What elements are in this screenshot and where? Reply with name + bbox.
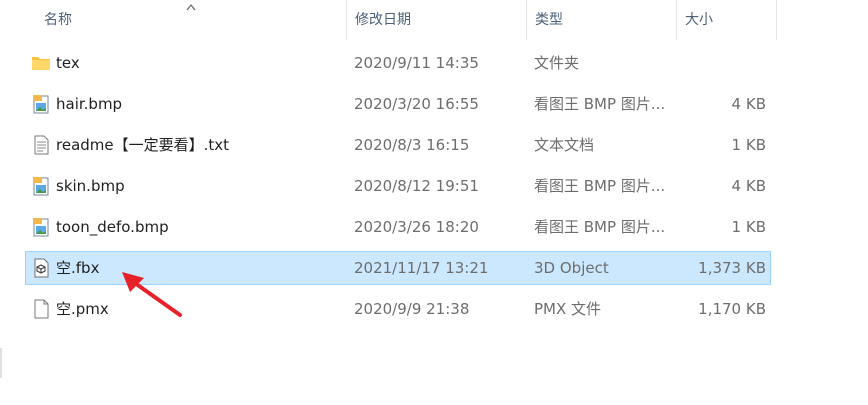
image-file-icon <box>33 177 49 196</box>
file-date: 2020/8/12 19:51 <box>354 177 479 195</box>
column-header: 名称 修改日期 类型 大小 <box>0 0 868 40</box>
file-name: tex <box>56 54 80 72</box>
file-name: readme【一定要看】.txt <box>56 136 230 154</box>
file-date: 2020/9/11 14:35 <box>354 54 479 72</box>
sort-ascending-icon <box>186 3 196 11</box>
red-arrow-icon <box>122 272 182 317</box>
column-header-date-label: 修改日期 <box>355 12 411 28</box>
file-type: 文件夹 <box>534 54 580 72</box>
file-type: 看图王 BMP 图片... <box>534 218 666 236</box>
folder-icon <box>32 57 50 70</box>
file-type: PMX 文件 <box>534 300 602 318</box>
file-row-hair-bmp[interactable]: hair.bmp 2020/3/20 16:55 看图王 BMP 图片... 4… <box>25 87 771 121</box>
blank-file-icon <box>34 299 49 319</box>
file-row-readme-txt[interactable]: readme【一定要看】.txt 2020/8/3 16:15 文本文档 1 K… <box>25 128 771 162</box>
file-name: 空.pmx <box>56 300 109 318</box>
file-date: 2020/3/20 16:55 <box>354 95 479 113</box>
file-size: 1 KB <box>731 218 766 236</box>
column-header-date[interactable]: 修改日期 <box>346 0 526 40</box>
column-header-type-label: 类型 <box>535 12 563 28</box>
file-date: 2020/3/26 18:20 <box>354 218 479 236</box>
file-size: 4 KB <box>731 177 766 195</box>
file-row-toon-defo-bmp[interactable]: toon_defo.bmp 2020/3/26 18:20 看图王 BMP 图片… <box>25 210 771 244</box>
file-date: 2020/9/9 21:38 <box>354 300 470 318</box>
file-row-tex[interactable]: tex 2020/9/11 14:35 文件夹 <box>25 46 771 80</box>
file-size: 1,373 KB <box>698 259 766 277</box>
file-size: 1,170 KB <box>698 300 766 318</box>
column-header-name-label: 名称 <box>44 12 72 28</box>
column-divider <box>776 0 777 40</box>
text-file-icon <box>34 135 49 155</box>
file-date: 2021/11/17 13:21 <box>354 259 489 277</box>
window-edge <box>0 348 2 378</box>
file-row-skin-bmp[interactable]: skin.bmp 2020/8/12 19:51 看图王 BMP 图片... 4… <box>25 169 771 203</box>
file-name: skin.bmp <box>56 177 125 195</box>
file-name: toon_defo.bmp <box>56 218 169 236</box>
file-type: 文本文档 <box>534 136 595 154</box>
file-type: 看图王 BMP 图片... <box>534 95 666 113</box>
file-size: 4 KB <box>731 95 766 113</box>
file-date: 2020/8/3 16:15 <box>354 136 470 154</box>
column-header-size[interactable]: 大小 <box>676 0 776 40</box>
column-header-type[interactable]: 类型 <box>526 0 676 40</box>
3d-object-file-icon <box>34 258 49 278</box>
column-header-size-label: 大小 <box>685 12 713 28</box>
file-type: 3D Object <box>534 259 609 277</box>
file-type: 看图王 BMP 图片... <box>534 177 666 195</box>
file-name: 空.fbx <box>56 259 100 277</box>
file-size: 1 KB <box>731 136 766 154</box>
file-name: hair.bmp <box>56 95 123 113</box>
image-file-icon <box>33 95 49 114</box>
image-file-icon <box>33 218 49 237</box>
